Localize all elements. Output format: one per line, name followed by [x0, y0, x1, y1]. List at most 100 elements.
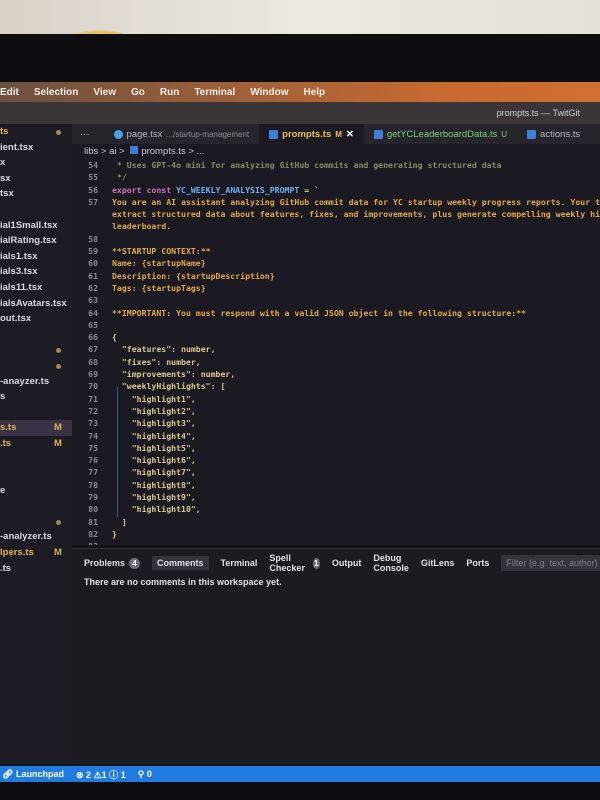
code-line: 56 export const YC_WEEKLY_ANALYSIS_PROMPT…: [72, 184, 600, 196]
file-item[interactable]: [0, 514, 72, 530]
line-number: 74: [88, 430, 98, 441]
panel-tab-gitlens[interactable]: GitLens: [421, 558, 455, 568]
monitor-bezel: [0, 34, 600, 84]
file-item[interactable]: tsx: [0, 186, 72, 202]
file-item[interactable]: .ts M: [0, 436, 72, 452]
file-item[interactable]: ial1Small.tsx: [0, 218, 72, 234]
tab-actions-ts[interactable]: actions.ts: [517, 124, 594, 144]
panel-tab-output[interactable]: Output: [332, 558, 362, 568]
menu-window[interactable]: Window: [250, 87, 288, 98]
file-item[interactable]: ials11.tsx: [0, 280, 72, 296]
panel-tab-label: Output: [331, 558, 362, 568]
code-text: * Uses GPT-4o mini for analyzing GitHub …: [112, 160, 502, 170]
file-item[interactable]: [0, 202, 72, 218]
launchpad-item[interactable]: 🔗︎ Launchpad: [2, 769, 64, 780]
line-number: 75: [88, 442, 98, 453]
file-item[interactable]: x: [0, 155, 72, 171]
menu-bar: Edit Selection View Go Run Terminal Window Help: [0, 82, 600, 102]
warning-icon: ⚠: [93, 769, 102, 780]
panel-tab-problems[interactable]: Problems 4: [84, 557, 141, 569]
breadcrumb-ai[interactable]: ai: [109, 146, 116, 157]
code-line: 75 "highlight5",: [72, 442, 600, 454]
panel-tab-ports[interactable]: Ports: [466, 558, 489, 568]
tab-label: page.tsx: [126, 128, 163, 140]
file-item[interactable]: sx: [0, 171, 72, 187]
file-item[interactable]: e: [0, 483, 72, 499]
menu-view[interactable]: View: [93, 87, 116, 98]
file-item[interactable]: ialRating.tsx: [0, 233, 72, 249]
panel-filter-input[interactable]: Filter (e.g. text, author): [501, 555, 600, 571]
file-item[interactable]: [0, 327, 72, 343]
line-number: 70: [88, 381, 98, 392]
panel-tab-debug-console[interactable]: Debug Console: [373, 553, 409, 573]
monitor-bottom-bezel: [0, 782, 600, 800]
file-item[interactable]: ialsAvatars.tsx: [0, 296, 72, 312]
file-item[interactable]: [0, 342, 72, 358]
panel-tab-comments[interactable]: Comments: [152, 556, 209, 570]
breadcrumb-symbol[interactable]: ...: [197, 146, 205, 157]
file-item[interactable]: out.tsx: [0, 311, 72, 327]
code-text: "highlight7",: [112, 467, 196, 478]
panel-tab-spell-checker[interactable]: Spell Checker 1: [269, 553, 320, 573]
file-item[interactable]: ts: [0, 124, 72, 140]
count-badge: 1: [312, 557, 320, 569]
window-title: prompts.ts — TwitGit: [496, 108, 580, 118]
line-number: 69: [88, 369, 98, 380]
modified-badge: M: [54, 437, 62, 449]
file-name: -analyzer.ts: [0, 531, 52, 543]
problems-status[interactable]: ⊗ 2 ⚠1 ⓘ 1: [76, 768, 126, 781]
file-item[interactable]: s.ts M: [0, 420, 72, 436]
menu-help[interactable]: Help: [303, 87, 325, 98]
menu-run[interactable]: Run: [160, 87, 179, 98]
tab-prompts-ts[interactable]: prompts.ts M ✕: [259, 124, 364, 144]
breadcrumb-libs[interactable]: libs: [84, 146, 98, 157]
editor-tabs: ··· page.tsx .../startup-management prompt…: [72, 124, 600, 144]
code-line: 59 **STARTUP CONTEXT:**: [72, 245, 600, 257]
code-editor[interactable]: 54 * Uses GPT-4o mini for analyzing GitH…: [72, 159, 600, 545]
menu-terminal[interactable]: Terminal: [194, 87, 235, 98]
file-name: ialRating.tsx: [0, 235, 57, 247]
code-line: leaderboard.: [72, 220, 600, 232]
file-name: s.ts: [0, 422, 17, 434]
count-badge: 4: [129, 557, 141, 569]
panel-tab-label: Debug Console: [373, 553, 409, 573]
code-text: }: [112, 528, 117, 539]
code-text: "features": number,: [112, 344, 216, 355]
file-item[interactable]: ials3.tsx: [0, 264, 72, 280]
line-number: 80: [88, 504, 98, 515]
file-item[interactable]: lpers.ts M: [0, 545, 72, 561]
file-item[interactable]: ient.tsx: [0, 140, 72, 156]
menu-go[interactable]: Go: [131, 87, 145, 98]
file-item[interactable]: [0, 498, 72, 514]
code-text: "weeklyHighlights": [: [112, 381, 226, 392]
file-item[interactable]: [0, 451, 72, 467]
panel-tab-terminal[interactable]: Terminal: [221, 558, 258, 568]
code-text: "highlight3",: [112, 418, 196, 429]
line-number: 56: [88, 184, 98, 195]
file-item[interactable]: -anayzer.ts: [0, 374, 72, 390]
code-line: 54 * Uses GPT-4o mini for analyzing GitH…: [72, 159, 600, 171]
menu-selection[interactable]: Selection: [34, 87, 78, 98]
breadcrumb-file[interactable]: prompts.ts: [141, 146, 185, 157]
more-tabs-button[interactable]: ···: [72, 124, 104, 144]
file-item[interactable]: [0, 467, 72, 483]
line-number: 58: [88, 233, 98, 244]
code-line: 65: [72, 319, 600, 331]
file-item[interactable]: s: [0, 389, 72, 405]
line-number: 78: [88, 479, 98, 490]
close-tab-icon[interactable]: ✕: [346, 129, 354, 140]
code-line: 57 You are an AI assistant analyzing GitH…: [72, 196, 600, 208]
code-line: 71 "highlight1",: [72, 393, 600, 405]
file-item[interactable]: ials1.tsx: [0, 249, 72, 265]
file-item[interactable]: [0, 358, 72, 374]
file-item[interactable]: .ts: [0, 561, 72, 577]
error-icon: ⊗: [75, 769, 84, 780]
ports-status[interactable]: ⚲ 0: [138, 769, 152, 780]
file-item[interactable]: [0, 405, 72, 421]
file-item[interactable]: -analyzer.ts: [0, 529, 72, 545]
tab-page-tsx[interactable]: page.tsx .../startup-management: [104, 124, 260, 144]
code-text: "highlight2",: [112, 405, 196, 416]
menu-edit[interactable]: Edit: [0, 87, 19, 98]
error-count: 2: [86, 769, 92, 780]
tab-getycleaderboarddata-ts[interactable]: getYCLeaderboardData.ts U: [364, 124, 517, 144]
